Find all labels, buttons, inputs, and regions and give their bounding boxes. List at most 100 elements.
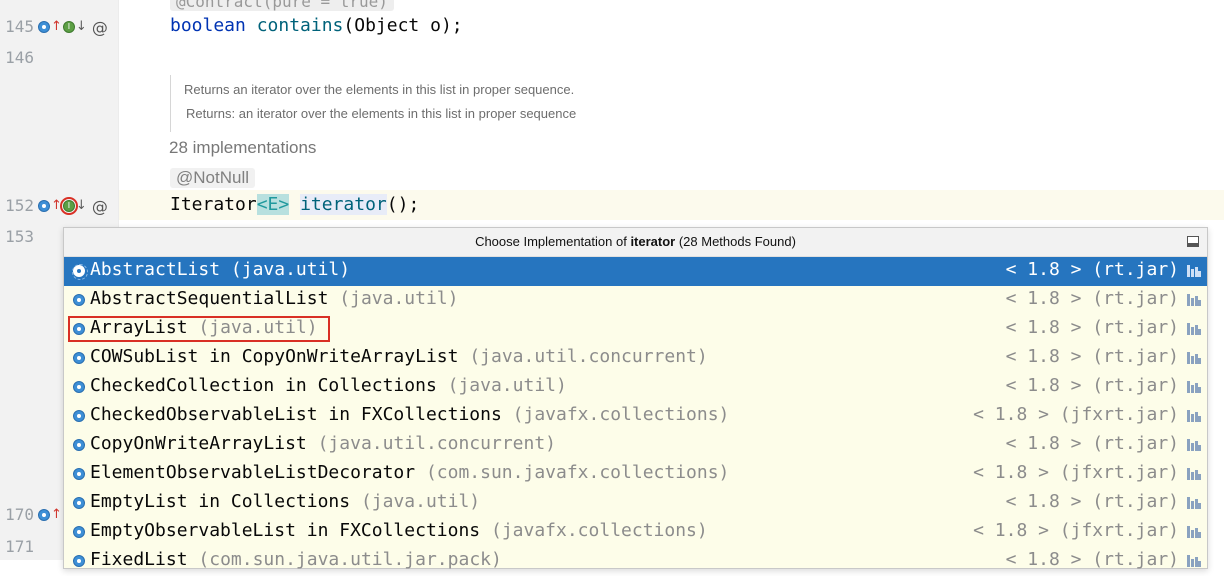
arrow-up-icon: ↑ xyxy=(51,507,62,522)
arrow-down-icon: ↓ xyxy=(75,198,87,213)
popup-title-method: iterator xyxy=(630,234,676,249)
code-rest-152: (); xyxy=(386,194,420,215)
library-icon xyxy=(1187,323,1201,335)
library-icon xyxy=(1187,381,1201,393)
implementation-item[interactable]: CheckedCollection in Collections (java.u… xyxy=(64,373,1207,402)
method-contains: contains xyxy=(256,15,344,36)
implementation-name: AbstractSequentialList (java.util) xyxy=(90,288,458,309)
line-number-170: 170 xyxy=(5,505,34,524)
package-name: (com.sun.javafx.collections) xyxy=(425,462,730,483)
implementation-name: AbstractList (java.util) xyxy=(90,259,350,280)
package-name: (javafx.collections) xyxy=(512,404,730,425)
library-icon xyxy=(1187,468,1201,480)
library-version: < 1.8 > (jfxrt.jar) xyxy=(973,404,1179,425)
keyword-boolean: boolean xyxy=(170,15,246,36)
package-name: (java.util) xyxy=(360,491,481,512)
method-iterator[interactable]: iterator xyxy=(300,194,387,215)
doc-summary: Returns an iterator over the elements in… xyxy=(184,82,575,97)
class-icon xyxy=(72,264,88,280)
annotation-at-icon[interactable]: @ xyxy=(92,18,108,37)
implementation-name: COWSubList in CopyOnWriteArrayList (java… xyxy=(90,346,708,367)
line-number-153: 153 xyxy=(5,227,34,246)
class-name: AbstractList xyxy=(90,259,221,280)
implementation-item[interactable]: ArrayList (java.util) < 1.8 > (rt.jar) xyxy=(64,315,1207,344)
implementation-item[interactable]: CopyOnWriteArrayList (java.util.concurre… xyxy=(64,431,1207,460)
code-rest-145: (Object o); xyxy=(343,15,463,36)
pin-window-icon[interactable] xyxy=(1187,236,1199,247)
class-icon xyxy=(73,294,85,306)
javadoc-block: Returns an iterator over the elements in… xyxy=(170,75,1211,132)
library-icon xyxy=(1187,294,1201,306)
class-icon xyxy=(73,352,85,364)
library-icon xyxy=(1187,439,1201,451)
library-version: < 1.8 > (jfxrt.jar) xyxy=(973,462,1179,483)
library-version: < 1.8 > (rt.jar) xyxy=(1005,259,1179,280)
library-icon xyxy=(1187,410,1201,422)
code-line-152: Iterator<E> iterator(); xyxy=(170,194,419,215)
implementations-hint[interactable]: 28 implementations xyxy=(169,138,316,158)
line-number-146: 146 xyxy=(5,48,34,67)
popup-title-prefix: Choose Implementation of xyxy=(475,234,631,249)
class-name: CheckedCollection in Collections xyxy=(90,375,437,396)
implementation-item[interactable]: FixedList (com.sun.java.util.jar.pack) < … xyxy=(64,547,1207,576)
overrides-method-icon[interactable] xyxy=(38,21,50,33)
class-icon xyxy=(73,526,85,538)
popup-title: Choose Implementation of iterator (28 Me… xyxy=(64,228,1207,257)
choose-implementation-popup: Choose Implementation of iterator (28 Me… xyxy=(63,227,1208,570)
class-name: ElementObservableListDecorator xyxy=(90,462,416,483)
implementation-item[interactable]: AbstractList (java.util) < 1.8 > (rt.jar) xyxy=(64,257,1207,286)
implementation-name: CheckedObservableList in FXCollections (… xyxy=(90,404,729,425)
highlight-box xyxy=(68,316,330,342)
implementation-item[interactable]: AbstractSequentialList (java.util) < 1.8 … xyxy=(64,286,1207,315)
generic-open: < xyxy=(256,194,268,215)
class-name: AbstractSequentialList xyxy=(90,288,329,309)
class-name: COWSubList in CopyOnWriteArrayList xyxy=(90,346,459,367)
implementation-item[interactable]: EmptyObservableList in FXCollections (ja… xyxy=(64,518,1207,547)
overrides-method-icon[interactable] xyxy=(38,509,50,521)
generic-type-e: E xyxy=(267,194,279,215)
gutter-icons-170: ↑ xyxy=(38,505,62,525)
class-name: CopyOnWriteArrayList xyxy=(90,433,307,454)
class-name: EmptyList in Collections xyxy=(90,491,351,512)
line-number-152: 152 xyxy=(5,196,34,215)
library-icon xyxy=(1187,555,1201,567)
implementation-name: EmptyObservableList in FXCollections (ja… xyxy=(90,520,708,541)
overrides-method-icon[interactable] xyxy=(38,200,50,212)
class-icon xyxy=(73,410,85,422)
gutter-icons-145: ↑ I ↓ @ xyxy=(38,17,108,37)
package-name: (java.util.concurrent) xyxy=(317,433,557,454)
implementation-item[interactable]: ElementObservableListDecorator (com.sun.… xyxy=(64,460,1207,489)
implementation-item[interactable]: COWSubList in CopyOnWriteArrayList (java… xyxy=(64,344,1207,373)
line-number-145: 145 xyxy=(5,17,34,36)
package-name: (java.util) xyxy=(447,375,567,396)
implemented-icon[interactable]: I xyxy=(62,21,75,33)
library-version: < 1.8 > (rt.jar) xyxy=(1005,491,1179,512)
library-icon xyxy=(1187,497,1201,509)
notnull-annotation: @NotNull xyxy=(170,168,255,188)
code-line-145: boolean contains(Object o); xyxy=(170,15,463,36)
library-version: < 1.8 > (rt.jar) xyxy=(1005,288,1179,309)
generic-close: > xyxy=(278,194,290,215)
library-version: < 1.8 > (rt.jar) xyxy=(1005,317,1179,338)
implementation-item[interactable]: EmptyList in Collections (java.util) < 1.… xyxy=(64,489,1207,518)
type-iterator: Iterator xyxy=(170,194,257,215)
class-icon xyxy=(73,497,85,509)
implementation-item[interactable]: CheckedObservableList in FXCollections (… xyxy=(64,402,1207,431)
class-icon xyxy=(73,555,85,567)
class-icon xyxy=(73,439,85,451)
package-name: (java.util) xyxy=(230,259,351,280)
class-name: CheckedObservableList in FXCollections xyxy=(90,404,502,425)
line-number-171: 171 xyxy=(5,537,34,556)
class-icon xyxy=(73,468,85,480)
implementation-name: CopyOnWriteArrayList (java.util.concurre… xyxy=(90,433,556,454)
library-icon xyxy=(1187,352,1201,364)
library-icon xyxy=(1187,265,1201,277)
class-icon xyxy=(73,381,85,393)
annotation-at-icon[interactable]: @ xyxy=(92,197,108,216)
doc-returns: Returns: an iterator over the elements i… xyxy=(186,106,577,121)
implemented-icon[interactable]: I xyxy=(59,197,78,215)
arrow-down-icon: ↓ xyxy=(75,19,87,34)
arrow-up-icon: ↑ xyxy=(51,19,62,34)
contract-annotation-hint: @Contract(pure = true) xyxy=(170,0,394,11)
library-version: < 1.8 > (rt.jar) xyxy=(1005,375,1179,396)
